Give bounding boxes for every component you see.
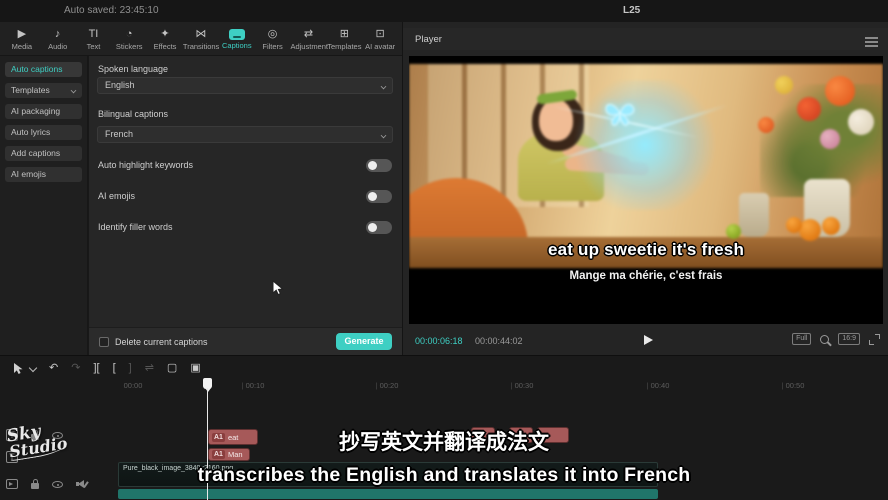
video-scene bbox=[409, 64, 883, 268]
player-header: Player bbox=[403, 28, 888, 50]
mirror-button[interactable]: ⇌ bbox=[145, 359, 154, 377]
video-caption-french[interactable]: Mange ma chérie, c'est frais bbox=[409, 270, 883, 282]
toolbar-filters[interactable]: ◎Filters bbox=[255, 27, 291, 51]
delete-captions-label: Delete current captions bbox=[115, 337, 208, 347]
video-caption-english[interactable]: eat up sweetie it's fresh bbox=[409, 240, 883, 260]
timeline-toolbar: ↶ ↷ ][ [ ] ⇌ ▢ ▣ bbox=[0, 358, 888, 378]
butterfly-hologram bbox=[603, 99, 637, 127]
toolbar-effects[interactable]: ✦Effects bbox=[147, 27, 183, 51]
chevron-down-icon bbox=[381, 84, 387, 90]
player-menu-icon[interactable] bbox=[865, 37, 878, 39]
captions-panel-footer: Delete current captions Generate bbox=[89, 327, 402, 355]
player-panel: Player bbox=[402, 22, 888, 355]
chevron-down-icon bbox=[71, 88, 77, 94]
toolbar-transitions[interactable]: ⋈Transitions bbox=[183, 27, 219, 51]
auto-highlight-toggle[interactable] bbox=[366, 159, 392, 172]
undo-button[interactable]: ↶ bbox=[49, 359, 58, 377]
audio-icon: ♪ bbox=[40, 27, 76, 41]
auto-saved-status: Auto saved: 23:45:10 bbox=[64, 5, 159, 16]
sidebar-item-auto-lyrics[interactable]: Auto lyrics bbox=[5, 125, 82, 140]
stickers-icon: ◔ bbox=[111, 27, 147, 41]
expand-icon[interactable] bbox=[869, 334, 880, 345]
toolbar-stickers[interactable]: ◔Stickers bbox=[111, 27, 147, 51]
bilingual-captions-select[interactable]: French bbox=[97, 126, 393, 143]
captions-sidebar: Auto captions Templates AI packaging Aut… bbox=[0, 56, 88, 355]
sidebar-item-templates[interactable]: Templates bbox=[5, 83, 82, 98]
toolbar-audio[interactable]: ♪Audio bbox=[40, 27, 76, 51]
audio-strip[interactable] bbox=[118, 489, 658, 499]
templates-icon: ⊞ bbox=[326, 27, 362, 41]
toolbar-media[interactable]: ▶Media bbox=[4, 27, 40, 51]
tutorial-subtitle-english: transcribes the English and translates i… bbox=[0, 464, 888, 487]
player-controls: 00:00:06:18 00:00:44:02 Full 16:9 bbox=[403, 328, 888, 354]
aspect-ratio-button[interactable]: 16:9 bbox=[838, 333, 860, 345]
select-tool-chevron-icon[interactable] bbox=[29, 364, 37, 372]
select-tool[interactable] bbox=[12, 362, 23, 375]
main-toolbar: ▶Media ♪Audio TIText ◔Stickers ✦Effects … bbox=[0, 22, 402, 56]
trim-right-button[interactable]: ] bbox=[129, 359, 132, 377]
toolbar-templates[interactable]: ⊞Templates bbox=[326, 27, 362, 51]
sidebar-item-ai-packaging[interactable]: AI packaging bbox=[5, 104, 82, 119]
ai-avatar-icon: ⊡ bbox=[362, 27, 398, 41]
toolbar-adjustment[interactable]: ⇄Adjustment bbox=[290, 27, 326, 51]
auto-captions-panel: Spoken language English Bilingual captio… bbox=[89, 56, 402, 355]
current-timecode: 00:00:06:18 bbox=[415, 336, 463, 346]
spoken-language-label: Spoken language bbox=[98, 64, 168, 74]
split-button[interactable]: ][ bbox=[93, 359, 99, 377]
project-label: L25 bbox=[623, 5, 640, 16]
sidebar-item-auto-captions[interactable]: Auto captions bbox=[5, 62, 82, 77]
adjustment-icon: ⇄ bbox=[290, 27, 326, 41]
mouse-cursor bbox=[272, 280, 284, 296]
filler-words-label: Identify filler words bbox=[98, 222, 173, 232]
ai-emojis-toggle[interactable] bbox=[366, 190, 392, 203]
capcut-editor-window: Auto saved: 23:45:10 L25 ▶Media ♪Audio T… bbox=[0, 0, 888, 500]
zoom-fit-icon[interactable] bbox=[820, 335, 829, 344]
trim-left-button[interactable]: [ bbox=[113, 359, 116, 377]
toolbar-captions[interactable]: Captions bbox=[219, 27, 255, 50]
delete-captions-checkbox[interactable] bbox=[99, 337, 109, 347]
media-icon: ▶ bbox=[4, 27, 40, 41]
effects-icon: ✦ bbox=[147, 27, 183, 41]
overlay-track-button[interactable]: ▣ bbox=[190, 359, 200, 377]
player-title: Player bbox=[415, 34, 442, 45]
filters-icon: ◎ bbox=[255, 27, 291, 41]
sidebar-item-add-captions[interactable]: Add captions bbox=[5, 146, 82, 161]
text-icon: TI bbox=[76, 27, 112, 41]
toolbar-text[interactable]: TIText bbox=[76, 27, 112, 51]
bilingual-captions-label: Bilingual captions bbox=[98, 109, 168, 119]
duration-timecode: 00:00:44:02 bbox=[475, 336, 523, 346]
mask-button[interactable]: ▢ bbox=[167, 359, 177, 377]
play-button[interactable] bbox=[644, 335, 653, 345]
chevron-down-icon bbox=[381, 133, 387, 139]
fullscreen-preview-button[interactable]: Full bbox=[792, 333, 811, 345]
spoken-language-select[interactable]: English bbox=[97, 77, 393, 94]
tutorial-subtitle-chinese: 抄写英文并翻译成法文 bbox=[0, 426, 888, 456]
ai-emojis-label: AI emojis bbox=[98, 191, 135, 201]
redo-button[interactable]: ↷ bbox=[71, 359, 80, 377]
filler-words-toggle[interactable] bbox=[366, 221, 392, 234]
auto-highlight-label: Auto highlight keywords bbox=[98, 160, 193, 170]
generate-button[interactable]: Generate bbox=[336, 333, 392, 350]
toolbar-ai-avatar[interactable]: ⊡AI avatar bbox=[362, 27, 398, 51]
captions-icon bbox=[229, 29, 245, 40]
title-bar: Auto saved: 23:45:10 L25 bbox=[0, 0, 888, 22]
sidebar-item-ai-emojis[interactable]: AI emojis bbox=[5, 167, 82, 182]
video-preview: eat up sweetie it's fresh Mange ma chéri… bbox=[409, 56, 883, 324]
transitions-icon: ⋈ bbox=[183, 27, 219, 41]
